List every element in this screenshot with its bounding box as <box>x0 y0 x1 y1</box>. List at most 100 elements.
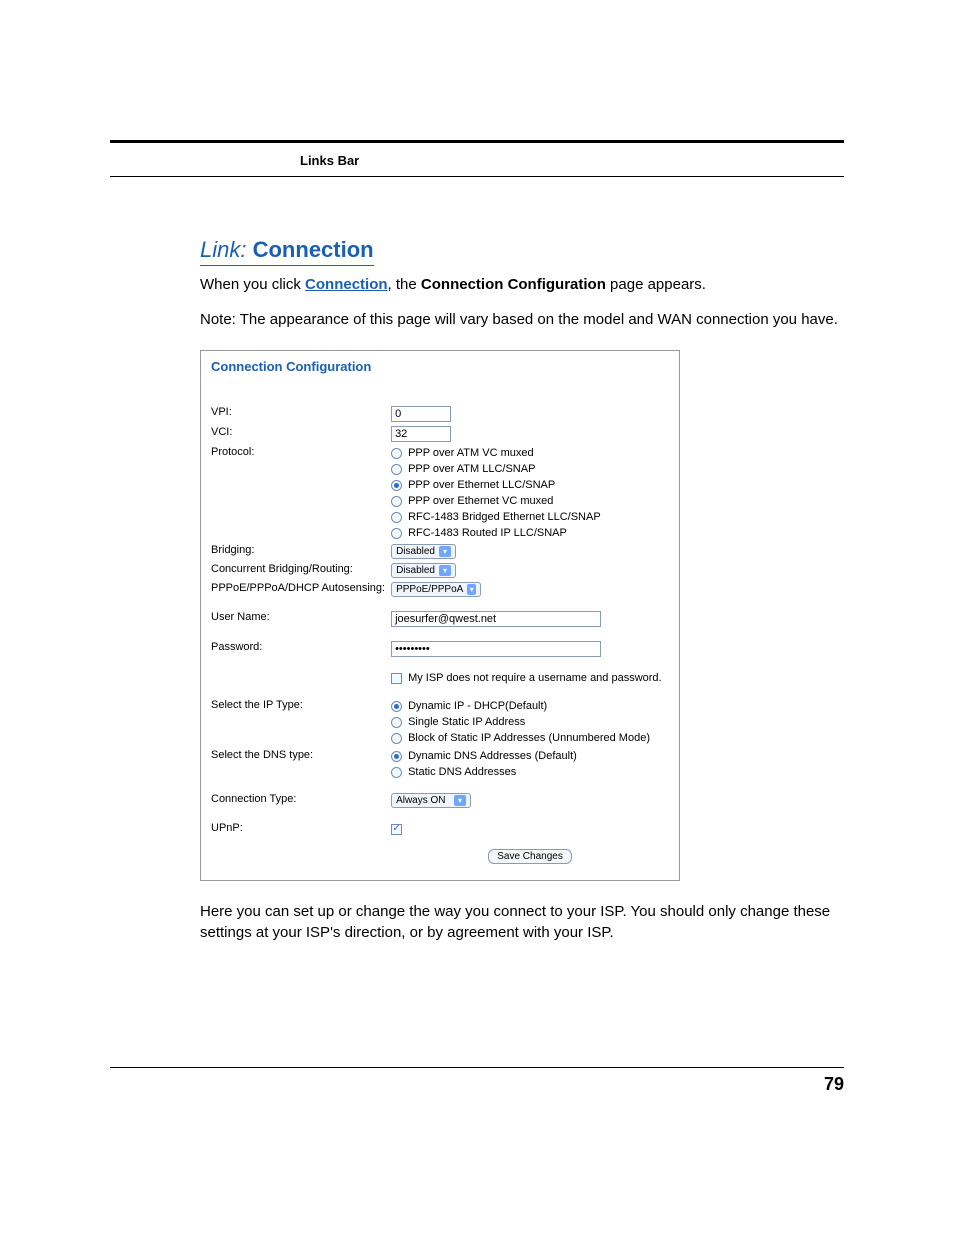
protocol-option: PPP over ATM VC muxed <box>391 446 669 460</box>
row-password: Password: ••••••••• <box>211 629 669 659</box>
select-value: Disabled <box>396 565 435 576</box>
radio-icon[interactable] <box>391 448 402 459</box>
dns-option-label: Dynamic DNS Addresses (Default) <box>408 749 577 763</box>
radio-icon[interactable] <box>391 751 402 762</box>
label-password: Password: <box>211 629 391 659</box>
row-bridging: Bridging: Disabled ▾ <box>211 542 669 561</box>
protocol-option: RFC-1483 Routed IP LLC/SNAP <box>391 526 669 540</box>
radio-icon[interactable] <box>391 767 402 778</box>
select-value: Disabled <box>396 546 435 557</box>
password-input[interactable]: ••••••••• <box>391 641 601 657</box>
row-dns-type: Select the DNS type: Dynamic DNS Address… <box>211 747 669 781</box>
radio-icon[interactable] <box>391 496 402 507</box>
row-ip-type: Select the IP Type: Dynamic IP - DHCP(De… <box>211 687 669 747</box>
config-panel: Connection Configuration VPI: 0 VCI: 32 … <box>200 350 680 881</box>
radio-icon[interactable] <box>391 464 402 475</box>
username-input[interactable]: joesurfer@qwest.net <box>391 611 601 627</box>
note-paragraph: Note: The appearance of this page will v… <box>200 309 844 330</box>
ip-option: Single Static IP Address <box>391 715 669 729</box>
label-vci: VCI: <box>211 424 391 444</box>
row-nocreds: My ISP does not require a username and p… <box>211 659 669 687</box>
link-prefix: Link: <box>200 237 246 262</box>
ip-option-label: Dynamic IP - DHCP(Default) <box>408 699 547 713</box>
label-username: User Name: <box>211 599 391 629</box>
dns-option: Static DNS Addresses <box>391 765 669 779</box>
rule-thick <box>110 140 844 143</box>
autosensing-select[interactable]: PPPoE/PPPoA ▾ <box>391 582 481 597</box>
ip-option-label: Block of Static IP Addresses (Unnumbered… <box>408 731 650 745</box>
radio-icon[interactable] <box>391 528 402 539</box>
protocol-options: PPP over ATM VC muxed PPP over ATM LLC/S… <box>391 446 669 540</box>
label-bridging: Bridging: <box>211 542 391 561</box>
row-username: User Name: joesurfer@qwest.net <box>211 599 669 629</box>
no-creds-checkbox[interactable] <box>391 673 402 684</box>
upnp-checkbox[interactable] <box>391 824 402 835</box>
protocol-option-label: RFC-1483 Routed IP LLC/SNAP <box>408 526 567 540</box>
row-vci: VCI: 32 <box>211 424 669 444</box>
chevron-updown-icon: ▾ <box>454 795 466 806</box>
connection-link[interactable]: Connection <box>305 276 388 293</box>
protocol-option-label: PPP over ATM VC muxed <box>408 446 534 460</box>
ip-option: Dynamic IP - DHCP(Default) <box>391 699 669 713</box>
label-ip-type: Select the IP Type: <box>211 687 391 747</box>
label-concurrent: Concurrent Bridging/Routing: <box>211 561 391 580</box>
select-value: PPPoE/PPPoA <box>396 584 463 595</box>
conn-type-select[interactable]: Always ON ▾ <box>391 793 471 808</box>
panel-title: Connection Configuration <box>211 359 669 374</box>
radio-icon[interactable] <box>391 701 402 712</box>
vpi-input[interactable]: 0 <box>391 406 451 422</box>
protocol-option: PPP over ATM LLC/SNAP <box>391 462 669 476</box>
bridging-select[interactable]: Disabled ▾ <box>391 544 456 559</box>
content-area: Link: Connection When you click Connecti… <box>110 177 844 943</box>
save-changes-button[interactable]: Save Changes <box>488 849 572 864</box>
footer-rule <box>110 1067 844 1068</box>
label-autosensing: PPPoE/PPPoA/DHCP Autosensing: <box>211 580 391 599</box>
no-creds-label: My ISP does not require a username and p… <box>408 671 662 685</box>
row-concurrent: Concurrent Bridging/Routing: Disabled ▾ <box>211 561 669 580</box>
protocol-option: PPP over Ethernet LLC/SNAP <box>391 478 669 492</box>
config-form: VPI: 0 VCI: 32 Protocol: PPP over ATM VC… <box>211 404 669 866</box>
protocol-option-label: PPP over Ethernet LLC/SNAP <box>408 478 555 492</box>
label-dns-type: Select the DNS type: <box>211 747 391 781</box>
intro-pre: When you click <box>200 276 305 293</box>
dns-option: Dynamic DNS Addresses (Default) <box>391 749 669 763</box>
chevron-updown-icon: ▾ <box>467 584 476 595</box>
dns-option-label: Static DNS Addresses <box>408 765 516 779</box>
intro-mid: , the <box>388 276 421 293</box>
row-autosensing: PPPoE/PPPoA/DHCP Autosensing: PPPoE/PPPo… <box>211 580 669 599</box>
protocol-option: PPP over Ethernet VC muxed <box>391 494 669 508</box>
radio-icon[interactable] <box>391 512 402 523</box>
intro-bold: Connection Configuration <box>421 276 606 293</box>
link-name: Connection <box>253 237 374 262</box>
chevron-updown-icon: ▾ <box>439 546 451 557</box>
row-upnp: UPnP: <box>211 810 669 837</box>
vci-input[interactable]: 32 <box>391 426 451 442</box>
label-conn-type: Connection Type: <box>211 781 391 810</box>
protocol-option-label: PPP over Ethernet VC muxed <box>408 494 553 508</box>
protocol-option: RFC-1483 Bridged Ethernet LLC/SNAP <box>391 510 669 524</box>
radio-icon[interactable] <box>391 717 402 728</box>
page-number: 79 <box>110 1074 844 1095</box>
chevron-updown-icon: ▾ <box>439 565 451 576</box>
row-conn-type: Connection Type: Always ON ▾ <box>211 781 669 810</box>
ip-type-options: Dynamic IP - DHCP(Default) Single Static… <box>391 699 669 745</box>
label-upnp: UPnP: <box>211 810 391 837</box>
dns-type-options: Dynamic DNS Addresses (Default) Static D… <box>391 749 669 779</box>
concurrent-select[interactable]: Disabled ▾ <box>391 563 456 578</box>
header-links-bar: Links Bar <box>110 149 844 176</box>
label-protocol: Protocol: <box>211 444 391 542</box>
row-vpi: VPI: 0 <box>211 404 669 424</box>
intro-post: page appears. <box>606 276 706 293</box>
row-save: Save Changes <box>211 837 669 866</box>
protocol-option-label: PPP over ATM LLC/SNAP <box>408 462 535 476</box>
intro-paragraph: When you click Connection, the Connectio… <box>200 274 844 295</box>
protocol-option-label: RFC-1483 Bridged Ethernet LLC/SNAP <box>408 510 601 524</box>
radio-icon[interactable] <box>391 733 402 744</box>
row-protocol: Protocol: PPP over ATM VC muxed PPP over… <box>211 444 669 542</box>
closing-paragraph: Here you can set up or change the way yo… <box>200 901 844 943</box>
select-value: Always ON <box>396 795 445 806</box>
radio-icon[interactable] <box>391 480 402 491</box>
ip-option-label: Single Static IP Address <box>408 715 525 729</box>
section-title: Link: Connection <box>200 237 374 266</box>
page: Links Bar Link: Connection When you clic… <box>0 0 954 1003</box>
